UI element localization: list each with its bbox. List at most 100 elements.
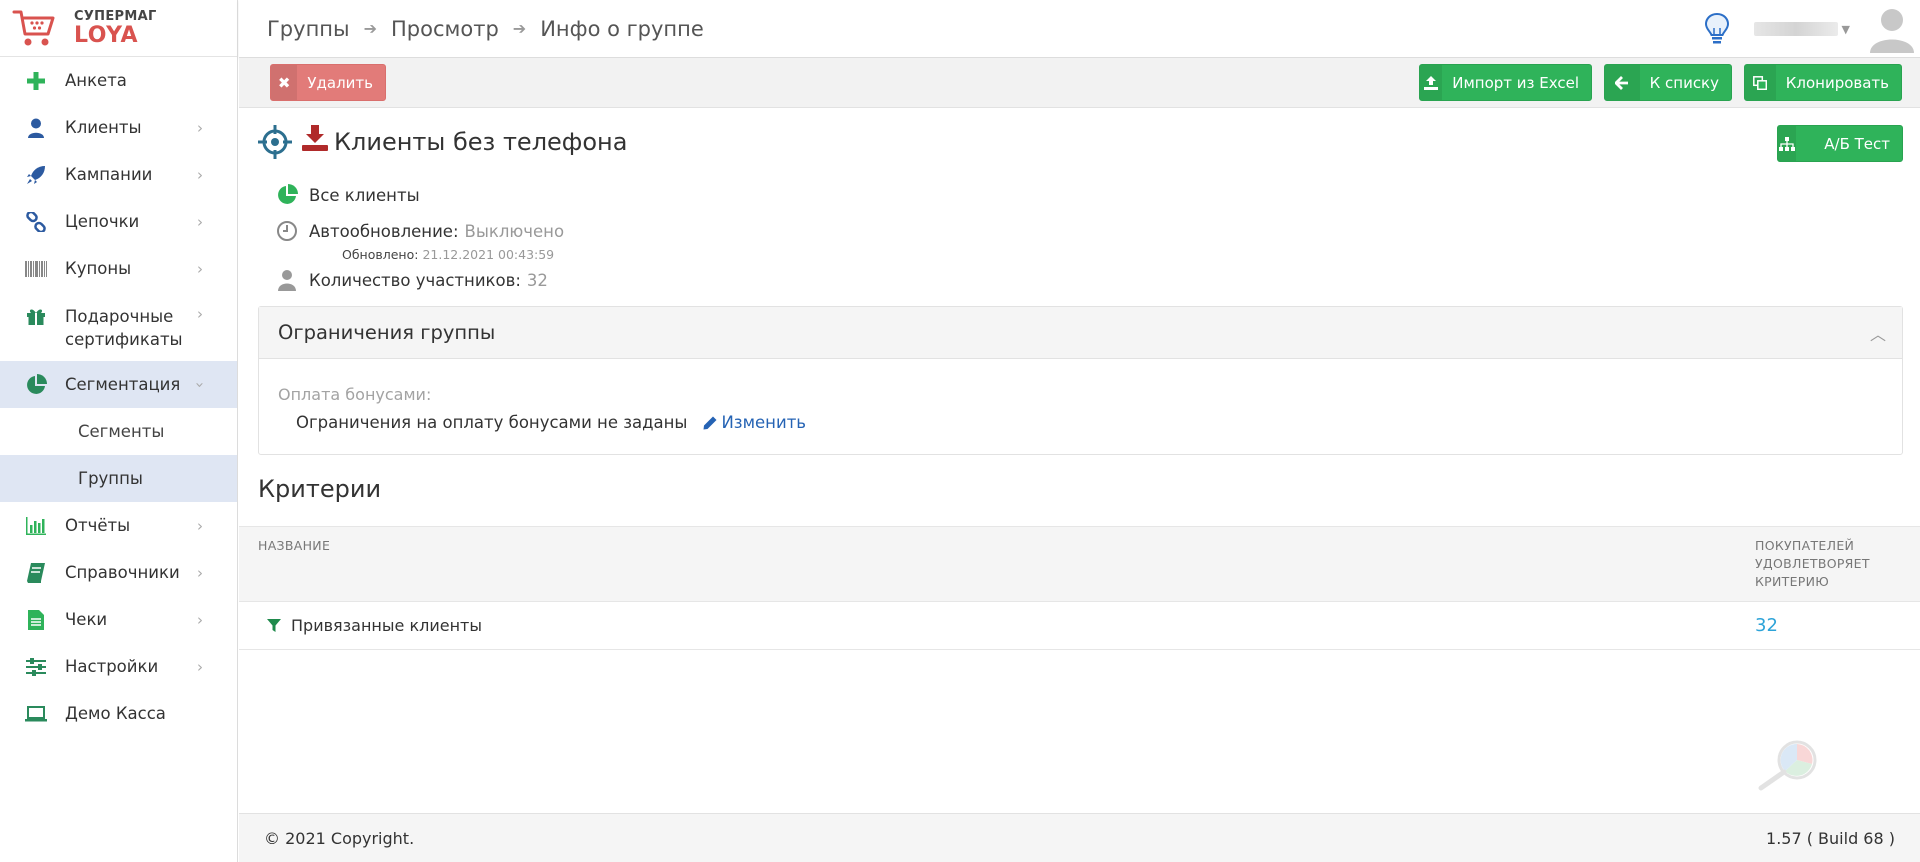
sliders-icon	[25, 656, 47, 678]
group-title: Клиенты без телефона	[334, 128, 628, 156]
sidebar-item-chains[interactable]: Цепочки ›	[0, 198, 237, 245]
avatar[interactable]	[1870, 5, 1914, 53]
clone-button[interactable]: Клонировать	[1744, 64, 1902, 101]
sidebar-item-settings[interactable]: Настройки ›	[0, 643, 237, 690]
sidebar-subitem-groups[interactable]: Группы	[0, 455, 237, 502]
sidebar: СУПЕРМАГ LOYA Анкета Клиенты › Кампании …	[0, 0, 238, 862]
lightbulb-icon[interactable]	[1704, 12, 1730, 46]
sidebar-item-label: Купоны	[65, 259, 132, 278]
sidebar-item-reports[interactable]: Отчёты ›	[0, 502, 237, 549]
laptop-icon	[25, 703, 47, 725]
receipt-icon	[25, 609, 47, 631]
back-to-list-button[interactable]: К списку	[1604, 64, 1732, 101]
breadcrumb-group-info: Инфо о группе	[540, 16, 704, 41]
version: 1.57 ( Build 68 )	[1766, 828, 1895, 848]
gift-icon	[25, 305, 47, 327]
sidebar-item-campaigns[interactable]: Кампании ›	[0, 151, 237, 198]
sidebar-item-label: Справочники	[65, 563, 180, 582]
criterion-name: Привязанные клиенты	[291, 616, 482, 635]
copyright: © 2021 Copyright.	[264, 828, 415, 848]
chevron-right-icon: ›	[197, 259, 203, 278]
updated-value: 21.12.2021 00:43:59	[422, 247, 555, 262]
sidebar-item-label: Кампании	[65, 165, 153, 184]
ab-test-label: А/Б Тест	[1824, 134, 1890, 153]
arrow-left-icon	[1605, 65, 1640, 100]
sidebar-item-label: Анкета	[65, 71, 127, 90]
user-icon	[275, 268, 299, 292]
filter-icon	[267, 618, 281, 632]
sidebar-subitem-segments[interactable]: Сегменты	[0, 408, 237, 455]
caret-down-icon[interactable]: ▼	[1842, 23, 1850, 36]
pie-chart-icon	[275, 183, 299, 207]
import-excel-button[interactable]: Импорт из Excel	[1419, 64, 1592, 101]
updated-label: Обновлено:	[342, 247, 419, 262]
action-toolbar: ✖ Удалить Импорт из Excel К списку Клони…	[239, 58, 1920, 108]
magnifier-watermark-icon	[1758, 740, 1817, 791]
delete-button[interactable]: ✖ Удалить	[270, 64, 386, 101]
copy-icon	[1745, 65, 1776, 100]
ab-test-button[interactable]: А/Б Тест	[1777, 125, 1903, 162]
sidebar-item-label: Настройки	[65, 657, 159, 676]
bar-chart-icon	[25, 515, 47, 537]
breadcrumb-groups[interactable]: Группы	[267, 17, 350, 41]
chevron-right-icon: ›	[197, 516, 203, 535]
criterion-count-link[interactable]: 32	[1755, 615, 1778, 636]
sidebar-item-receipts[interactable]: Чеки ›	[0, 596, 237, 643]
sidebar-item-segmentation[interactable]: Сегментация ›	[0, 361, 237, 408]
sidebar-item-references[interactable]: Справочники ›	[0, 549, 237, 596]
cart-logo-icon	[12, 10, 55, 46]
chevron-right-icon: ›	[197, 118, 203, 137]
group-header: Клиенты без телефона	[258, 125, 627, 159]
brand-top: СУПЕРМАГ	[74, 8, 157, 24]
criterion-name-cell: Привязанные клиенты	[267, 616, 482, 635]
column-header-name[interactable]: Название	[258, 537, 330, 555]
chevron-right-icon: ›	[197, 165, 203, 184]
book-icon	[25, 562, 47, 584]
chevron-right-icon: ›	[197, 563, 203, 582]
brand-bottom: LOYA	[74, 22, 139, 48]
download-icon	[302, 125, 328, 151]
panel-title: Ограничения группы	[278, 321, 496, 344]
sidebar-item-label: Подарочные сертификаты	[65, 307, 183, 349]
sidebar-item-label: Демо Касса	[65, 704, 166, 723]
group-restrictions-panel: Ограничения группы ︿ Оплата бонусами: Ог…	[258, 306, 1903, 455]
chevron-up-icon[interactable]: ︿	[1870, 321, 1886, 345]
autoupdate-row: Автообновление: Выключено	[275, 219, 564, 243]
sidebar-item-label: Сегментация	[65, 375, 181, 394]
sidebar-item-clients[interactable]: Клиенты ›	[0, 104, 237, 151]
sidebar-item-label: Отчёты	[65, 516, 131, 535]
column-header-buyers[interactable]: Покупателей удовлетворяет критерию	[1755, 537, 1915, 591]
breadcrumb: Группы ➔ Просмотр ➔ Инфо о группе	[267, 17, 704, 41]
table-row[interactable]: Привязанные клиенты 32	[239, 602, 1920, 650]
logo[interactable]: СУПЕРМАГ LOYA	[0, 0, 237, 57]
members-count-label: Количество участников:	[309, 270, 521, 290]
clone-label: Клонировать	[1785, 73, 1889, 92]
edit-link[interactable]: Изменить	[703, 413, 806, 432]
chevron-right-icon: ›	[197, 657, 203, 676]
chevron-right-icon: ›	[197, 212, 203, 231]
autoupdate-label: Автообновление:	[309, 221, 459, 241]
panel-header[interactable]: Ограничения группы ︿	[259, 307, 1902, 359]
criteria-table: Название Покупателей удовлетворяет крите…	[239, 526, 1920, 650]
sidebar-item-coupons[interactable]: Купоны ›	[0, 245, 237, 292]
user-icon	[25, 117, 47, 139]
edit-link-label: Изменить	[721, 413, 807, 432]
sidebar-item-gift-certificates[interactable]: Подарочные сертификаты ›	[0, 292, 237, 361]
top-header: Группы ➔ Просмотр ➔ Инфо о группе ▼	[239, 0, 1920, 58]
members-count-value: 32	[526, 270, 548, 290]
pie-chart-icon	[25, 373, 47, 396]
all-clients-row: Все клиенты	[275, 183, 420, 207]
bonus-payment-value-row: Ограничения на оплату бонусами не заданы…	[296, 413, 806, 432]
user-name-blurred[interactable]	[1753, 22, 1838, 36]
plus-icon	[25, 70, 47, 92]
chevron-right-icon: ›	[197, 610, 203, 629]
criteria-title: Критерии	[258, 475, 382, 503]
rocket-icon	[25, 164, 47, 186]
sidebar-item-demo-pos[interactable]: Демо Касса	[0, 690, 237, 737]
table-header: Название Покупателей удовлетворяет крите…	[239, 526, 1920, 602]
breadcrumb-view[interactable]: Просмотр	[391, 17, 499, 41]
bonus-payment-label: Оплата бонусами:	[278, 385, 432, 404]
clock-icon	[275, 219, 299, 243]
sidebar-item-survey[interactable]: Анкета	[0, 57, 237, 104]
footer: © 2021 Copyright. 1.57 ( Build 68 )	[239, 813, 1920, 862]
